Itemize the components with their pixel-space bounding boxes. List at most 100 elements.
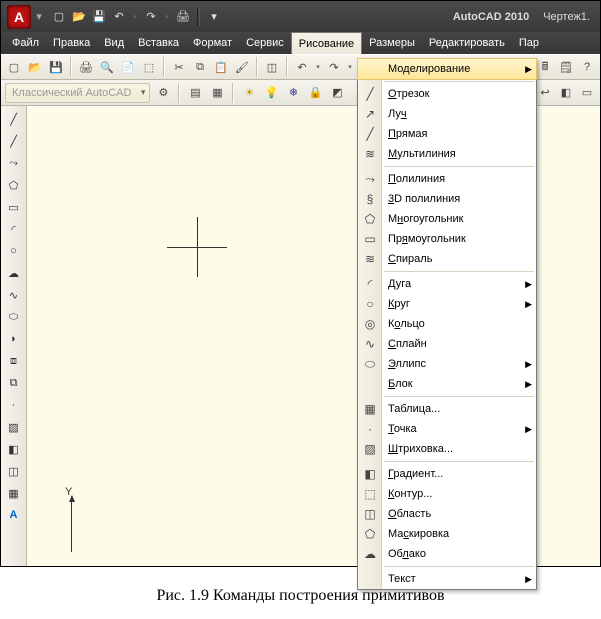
- paste-icon[interactable]: 📋: [212, 58, 230, 76]
- sun-icon[interactable]: ☀: [240, 84, 258, 102]
- menu-item-3d[interactable]: §3D полилиния: [358, 189, 536, 209]
- menu-item-2[interactable]: Вид: [97, 32, 131, 54]
- menu-item-[interactable]: ◫Область: [358, 504, 536, 524]
- new-icon[interactable]: ▢: [51, 9, 67, 25]
- make-block-icon[interactable]: ⧉: [5, 374, 23, 392]
- redo-dd[interactable]: ▾: [163, 13, 171, 21]
- menu-item-1[interactable]: Правка: [46, 32, 97, 54]
- menu-item-[interactable]: ⤳Полилиния: [358, 169, 536, 189]
- menu-item-[interactable]: ◧Градиент...: [358, 464, 536, 484]
- app-menu-button[interactable]: A: [7, 5, 31, 29]
- layer-states-icon[interactable]: ▦: [208, 84, 226, 102]
- undo-icon[interactable]: ↶: [111, 9, 127, 25]
- menu-item-icon: §: [362, 191, 378, 207]
- menu-item-5[interactable]: Сервис: [239, 32, 291, 54]
- undo-dd-icon[interactable]: ▾: [314, 63, 322, 71]
- undo-dd[interactable]: ▾: [131, 13, 139, 21]
- hatch-icon[interactable]: ▨: [5, 418, 23, 436]
- menu-item-[interactable]: ⬠Маскировка: [358, 524, 536, 544]
- menu-item-[interactable]: ⬭Эллипс▶: [358, 354, 536, 374]
- menu-item-3[interactable]: Вставка: [131, 32, 186, 54]
- revcloud-icon[interactable]: ☁: [5, 264, 23, 282]
- 3dprint-icon[interactable]: ⬚: [140, 58, 158, 76]
- menu-item-4[interactable]: Формат: [186, 32, 239, 54]
- help-icon[interactable]: ?: [578, 58, 596, 76]
- menu-item-icon: ▦: [362, 401, 378, 417]
- plot-preview-icon[interactable]: 🔍: [98, 58, 116, 76]
- spline-icon[interactable]: ∿: [5, 286, 23, 304]
- save-icon[interactable]: 💾: [47, 58, 65, 76]
- menu-item-label: Градиент...: [388, 468, 443, 480]
- print-icon[interactable]: 🖨: [175, 9, 191, 25]
- undo-icon[interactable]: ↶: [293, 58, 311, 76]
- insert-block-icon[interactable]: ⧈: [5, 352, 23, 370]
- point-icon[interactable]: ·: [5, 396, 23, 414]
- circle-icon[interactable]: ○: [5, 242, 23, 260]
- menu-item-8[interactable]: Редактировать: [422, 32, 512, 54]
- publish-icon[interactable]: 📄: [119, 58, 137, 76]
- menu-item-[interactable]: ·Точка▶: [358, 419, 536, 439]
- menu-item-[interactable]: ☁Облако: [358, 544, 536, 564]
- cut-icon[interactable]: ✂: [170, 58, 188, 76]
- qnew-icon[interactable]: ▢: [5, 58, 23, 76]
- arc-icon[interactable]: ◜: [5, 220, 23, 238]
- matchprop-icon[interactable]: 🖌: [233, 58, 251, 76]
- qat-customize-icon[interactable]: ▾: [206, 9, 222, 25]
- menu-item-[interactable]: ╱Отрезок: [358, 84, 536, 104]
- menu-item-[interactable]: ▦Таблица...: [358, 399, 536, 419]
- menu-item-0[interactable]: Файл: [5, 32, 46, 54]
- menu-item-[interactable]: ◜Дуга▶: [358, 274, 536, 294]
- menu-item-[interactable]: Текст▶: [358, 569, 536, 589]
- workspace-settings-icon[interactable]: ⚙: [154, 84, 172, 102]
- line-icon[interactable]: ╱: [5, 110, 23, 128]
- menu-item-[interactable]: ⬠Многоугольник: [358, 209, 536, 229]
- bylayer-icon[interactable]: ▭: [578, 84, 596, 102]
- menu-item-[interactable]: ╱Прямая: [358, 124, 536, 144]
- gradient-icon[interactable]: ◧: [5, 440, 23, 458]
- menu-item-[interactable]: ≋Спираль: [358, 249, 536, 269]
- menu-item-[interactable]: ◎Кольцо: [358, 314, 536, 334]
- menu-item-9[interactable]: Пар: [512, 32, 546, 54]
- markup-icon[interactable]: 🗒: [557, 58, 575, 76]
- menu-item-7[interactable]: Размеры: [362, 32, 422, 54]
- menu-item-[interactable]: ∿Сплайн: [358, 334, 536, 354]
- redo-icon[interactable]: ↷: [325, 58, 343, 76]
- open-icon[interactable]: 📂: [71, 9, 87, 25]
- freeze-icon[interactable]: ❄: [284, 84, 302, 102]
- layer-props-icon[interactable]: ▤: [186, 84, 204, 102]
- pline-icon[interactable]: ⤳: [5, 154, 23, 172]
- region-icon[interactable]: ◫: [5, 462, 23, 480]
- block-editor-icon[interactable]: ◫: [263, 58, 281, 76]
- menu-item-[interactable]: ≋Мультилиния: [358, 144, 536, 164]
- open-icon[interactable]: 📂: [26, 58, 44, 76]
- menu-item-icon: ▨: [362, 441, 378, 457]
- rectangle-icon[interactable]: ▭: [5, 198, 23, 216]
- lock-icon[interactable]: 🔒: [306, 84, 324, 102]
- table-icon[interactable]: ▦: [5, 484, 23, 502]
- save-icon[interactable]: 💾: [91, 9, 107, 25]
- menu-item-[interactable]: ▭Прямоугольник: [358, 229, 536, 249]
- menu-item-[interactable]: Моделирование▶: [358, 59, 536, 79]
- layer-match-icon[interactable]: ◧: [557, 84, 575, 102]
- menu-item-[interactable]: ⬚Контур...: [358, 484, 536, 504]
- menu-item-6[interactable]: Рисование: [291, 32, 362, 54]
- ellipse-icon[interactable]: ⬭: [5, 308, 23, 326]
- redo-dd-icon[interactable]: ▾: [346, 63, 354, 71]
- layer-color-icon[interactable]: ◩: [328, 84, 346, 102]
- menu-item-[interactable]: ↗Луч: [358, 104, 536, 124]
- menu-item-[interactable]: ○Круг▶: [358, 294, 536, 314]
- xline-icon[interactable]: ╱: [5, 132, 23, 150]
- mtext-icon[interactable]: A: [5, 506, 23, 524]
- layer-previous-icon[interactable]: ↩: [536, 84, 554, 102]
- workspace-combo[interactable]: Классический AutoCAD: [5, 83, 150, 103]
- menu-item-label: Область: [388, 508, 431, 520]
- copy-icon[interactable]: ⧉: [191, 58, 209, 76]
- menu-item-[interactable]: ▨Штриховка...: [358, 439, 536, 459]
- plot-icon[interactable]: 🖨: [77, 58, 95, 76]
- calc-icon[interactable]: 🖩: [536, 58, 554, 76]
- redo-icon[interactable]: ↷: [143, 9, 159, 25]
- menu-item-[interactable]: Блок▶: [358, 374, 536, 394]
- polygon-icon[interactable]: ⬠: [5, 176, 23, 194]
- ellipse-arc-icon[interactable]: ◗: [5, 330, 23, 348]
- bulb-icon[interactable]: 💡: [262, 84, 280, 102]
